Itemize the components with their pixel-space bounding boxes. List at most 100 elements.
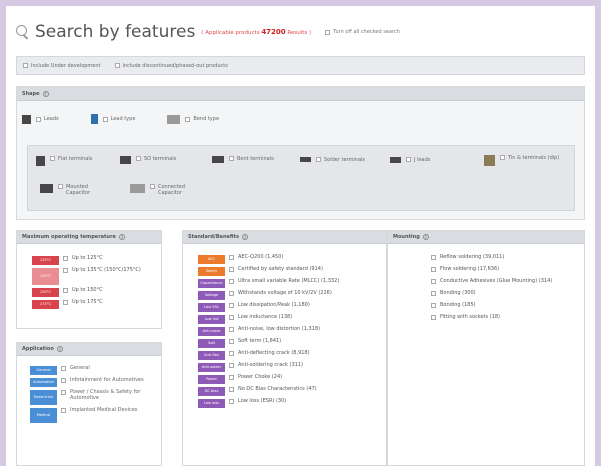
option-label: General xyxy=(70,365,90,371)
checkbox[interactable] xyxy=(229,267,234,272)
feature-badge: DC bias xyxy=(198,387,225,396)
option-under-development[interactable]: Include Under development xyxy=(23,63,101,69)
checkbox[interactable] xyxy=(316,157,321,162)
checkbox[interactable] xyxy=(229,291,234,296)
checkbox[interactable] xyxy=(63,256,68,261)
standard-panel: Standard/Benefits? AEC AEC-Q200 (1,450) Sa… xyxy=(182,230,387,466)
checkbox[interactable] xyxy=(61,378,66,383)
checkbox[interactable] xyxy=(61,408,66,413)
checkbox[interactable] xyxy=(431,315,436,320)
package-option[interactable]: SO terminals xyxy=(120,156,176,164)
checkbox[interactable] xyxy=(61,390,66,395)
shape-option-bend-type[interactable]: Bend type xyxy=(167,114,219,124)
help-icon[interactable]: ? xyxy=(118,234,125,240)
package-option[interactable]: J leads xyxy=(390,157,430,163)
checkbox[interactable] xyxy=(229,303,234,308)
checkbox[interactable] xyxy=(63,288,68,293)
help-icon[interactable]: ? xyxy=(422,234,429,240)
checkbox[interactable] xyxy=(431,267,436,272)
feature-badge: Bonding xyxy=(406,293,421,297)
checkbox[interactable] xyxy=(114,63,120,68)
mounting-option[interactable]: Bonding Bonding (300) xyxy=(400,290,584,300)
application-option[interactable]: Medical Implanted Medical Devices xyxy=(30,407,161,423)
standard-option[interactable]: Low loss Low loss (ESR) (30) xyxy=(198,398,386,408)
temp-option[interactable]: 175°C Up to 175°C xyxy=(32,299,161,309)
standard-option[interactable]: Power Power Choke (24) xyxy=(198,374,386,384)
checkbox[interactable] xyxy=(229,156,234,161)
checkbox[interactable] xyxy=(500,155,505,160)
option-label: Anti-noise, low distortion (1,318) xyxy=(238,326,320,332)
checkbox[interactable] xyxy=(229,387,234,392)
application-option[interactable]: Powertrain Power / Chassis & Safety for A… xyxy=(30,389,161,405)
standard-option[interactable]: DC bias No DC Bias Characteristics (47) xyxy=(198,386,386,396)
package-option[interactable]: Mounted Capacitor xyxy=(40,184,110,196)
checkbox[interactable] xyxy=(63,268,68,273)
standard-option[interactable]: AEC AEC-Q200 (1,450) xyxy=(198,254,386,264)
package-option[interactable]: Tin & terminals (dip) xyxy=(484,155,572,166)
checkbox[interactable] xyxy=(136,156,141,161)
option-label: Up to 135°C (150°C/175°C) xyxy=(72,267,141,273)
checkbox[interactable] xyxy=(325,29,331,35)
standard-option[interactable]: Safety Certified by safety standard (914) xyxy=(198,266,386,276)
application-option[interactable]: General General xyxy=(30,365,161,375)
temp-option[interactable]: 125°C Up to 125°C xyxy=(32,255,161,265)
checkbox[interactable] xyxy=(229,255,234,260)
temp-option[interactable]: 135°C Up to 135°C (150°C/175°C) xyxy=(32,267,161,285)
mounting-option[interactable]: Bonding Bonding (185) xyxy=(400,302,584,312)
shape-option-leads[interactable]: Leads xyxy=(22,114,59,124)
reset-filters-toggle[interactable]: Turn off all checked search xyxy=(325,29,400,35)
mounting-option[interactable]: Wire Fitting with sockets (18) xyxy=(400,314,584,324)
help-icon[interactable]: ? xyxy=(42,90,49,97)
checkbox[interactable] xyxy=(431,291,436,296)
checkbox[interactable] xyxy=(229,351,234,356)
package-icon xyxy=(300,157,311,162)
checkbox[interactable] xyxy=(185,116,191,122)
standard-option[interactable]: Low Ind Low inductance (138) xyxy=(198,314,386,324)
checkbox[interactable] xyxy=(36,116,41,122)
checkbox[interactable] xyxy=(229,375,234,380)
package-option[interactable]: Flat terminals xyxy=(36,156,92,166)
checkbox[interactable] xyxy=(61,366,66,371)
checkbox[interactable] xyxy=(102,116,108,122)
feature-badge: AEC xyxy=(198,255,225,264)
checkbox[interactable] xyxy=(431,303,436,308)
package-option[interactable]: Connected Capacitor xyxy=(130,184,210,196)
feature-badge: Anti-solder xyxy=(198,363,225,372)
checkbox[interactable] xyxy=(229,399,234,404)
standard-option[interactable]: Anti-noise Anti-noise, low distortion (1,… xyxy=(198,326,386,336)
checkbox[interactable] xyxy=(431,279,436,284)
help-icon[interactable]: ? xyxy=(56,346,63,352)
shape-section: Shape? Leads Lead type Bend type Flat te… xyxy=(16,86,585,220)
standard-option[interactable]: Low ESL Low dissipation/Peak (1,180) xyxy=(198,302,386,312)
checkbox[interactable] xyxy=(50,156,55,161)
option-discontinued[interactable]: Include discontinued/phased-out products xyxy=(114,63,228,69)
checkbox[interactable] xyxy=(58,184,63,189)
help-icon[interactable]: ? xyxy=(241,234,248,240)
checkbox[interactable] xyxy=(229,279,234,284)
mounting-option[interactable]: Reflow Reflow soldering (39,011) xyxy=(400,254,584,264)
checkbox[interactable] xyxy=(23,63,28,68)
application-option[interactable]: Automotive Infotainment for Automotives xyxy=(30,377,161,387)
checkbox[interactable] xyxy=(229,315,234,320)
option-label: Low loss (ESR) (30) xyxy=(238,398,287,404)
checkbox[interactable] xyxy=(150,184,155,189)
standard-option[interactable]: Voltage Withstands voltage of 10 kV/2V (2… xyxy=(198,290,386,300)
checkbox[interactable] xyxy=(229,327,234,332)
checkbox[interactable] xyxy=(229,339,234,344)
standard-option[interactable]: Anti-flex Anti-deflecting crack (8,918) xyxy=(198,350,386,360)
package-option[interactable]: Bent terminals xyxy=(212,156,274,163)
mounting-option[interactable]: Conductive Conductive Adhesives (Glue Mou… xyxy=(400,278,584,288)
mounting-option[interactable]: Flow Flow soldering (17,636) xyxy=(400,266,584,276)
option-label: AEC-Q200 (1,450) xyxy=(238,254,284,260)
standard-option[interactable]: Soft Soft term (1,841) xyxy=(198,338,386,348)
checkbox[interactable] xyxy=(406,157,411,162)
temp-option[interactable]: 150°C Up to 150°C xyxy=(32,287,161,297)
package-option[interactable]: Solder terminals xyxy=(300,157,365,163)
standard-option[interactable]: Anti-solder Anti-soldering crack (311) xyxy=(198,362,386,372)
checkbox[interactable] xyxy=(229,363,234,368)
option-label: Power / Chassis & Safety for Automotive xyxy=(70,389,141,401)
shape-option-lead-type[interactable]: Lead type xyxy=(90,114,135,124)
standard-option[interactable]: Capacitance Ultra small variable Rate (ML… xyxy=(198,278,386,288)
checkbox[interactable] xyxy=(63,300,68,305)
checkbox[interactable] xyxy=(431,255,436,260)
